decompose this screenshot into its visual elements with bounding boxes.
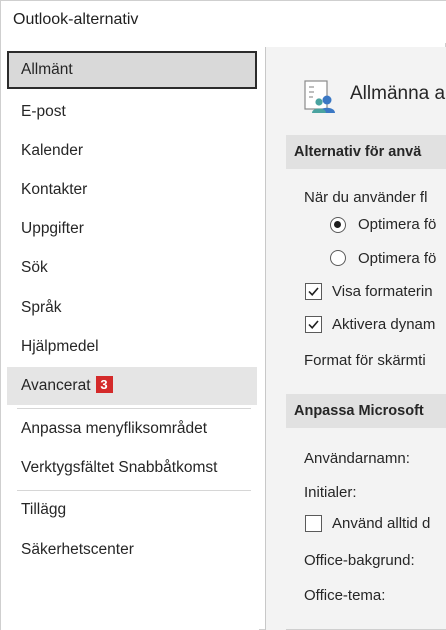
sidebar-item-uppgifter[interactable]: Uppgifter bbox=[7, 210, 257, 248]
sidebar-item-sok[interactable]: Sök bbox=[7, 249, 257, 287]
sidebar-item-label: Kontakter bbox=[21, 181, 88, 198]
sidebar-item-label: Uppgifter bbox=[21, 220, 84, 237]
checkmark-icon bbox=[308, 320, 319, 329]
sidebar-item-avancerat[interactable]: Avancerat 3 bbox=[7, 367, 257, 405]
sidebar-item-allmant[interactable]: Allmänt bbox=[7, 51, 257, 89]
options-window: Outlook-alternativ Allmänt E-post Kalend… bbox=[0, 0, 446, 630]
window-title: Outlook-alternativ bbox=[13, 11, 139, 28]
screentip-label: Format för skärmti bbox=[304, 352, 426, 369]
sidebar-item-label: Språk bbox=[21, 299, 62, 316]
office-background-label: Office-bakgrund: bbox=[304, 552, 415, 569]
sidebar-item-label: Kalender bbox=[21, 142, 84, 159]
page-title: Allmänna a bbox=[350, 83, 446, 104]
sidebar-item-label: E-post bbox=[21, 103, 66, 120]
radio-label: Optimera fö bbox=[358, 250, 437, 267]
options-sidebar: Allmänt E-post Kalender Kontakter Uppgif… bbox=[1, 47, 259, 630]
section-header-alternativ: Alternativ för anvä bbox=[286, 135, 446, 169]
sidebar-item-label: Allmänt bbox=[21, 61, 73, 78]
optimize-compat-radio[interactable] bbox=[330, 250, 346, 266]
options-content: Allmänna a Alternativ för anvä När du an… bbox=[266, 47, 446, 630]
live-preview-checkbox[interactable] bbox=[305, 316, 322, 333]
username-label: Användarnamn: bbox=[304, 450, 410, 467]
sidebar-item-tillagg[interactable]: Tillägg bbox=[7, 491, 257, 529]
step-badge: 3 bbox=[95, 376, 113, 393]
sidebar-item-label: Säkerhetscenter bbox=[21, 541, 134, 558]
show-formatting-checkbox[interactable] bbox=[305, 283, 322, 300]
sidebar-item-label: Avancerat bbox=[21, 377, 91, 394]
sidebar-item-label: Verktygsfältet Snabbåtkomst bbox=[21, 459, 218, 476]
sidebar-item-label: Sök bbox=[21, 259, 48, 276]
sidebar-divider bbox=[17, 408, 251, 409]
intro-text: När du använder fl bbox=[304, 189, 428, 206]
radio-label: Optimera fö bbox=[358, 216, 437, 233]
sidebar-item-e-post[interactable]: E-post bbox=[7, 93, 257, 131]
always-use-values-checkbox[interactable] bbox=[305, 515, 322, 532]
sidebar-item-verktygsfaltet-snabbatkomst[interactable]: Verktygsfältet Snabbåtkomst bbox=[7, 449, 257, 487]
checkbox-label: Aktivera dynam bbox=[332, 316, 436, 333]
sidebar-item-hjalpmedel[interactable]: Hjälpmedel bbox=[7, 328, 257, 366]
general-options-icon bbox=[302, 75, 340, 115]
sidebar-item-label: Hjälpmedel bbox=[21, 338, 99, 355]
office-theme-label: Office-tema: bbox=[304, 587, 386, 604]
sidebar-item-sprak[interactable]: Språk bbox=[7, 289, 257, 327]
sidebar-item-anpassa-menyfliksomradet[interactable]: Anpassa menyfliksområdet bbox=[7, 410, 257, 448]
section-header-anpassa: Anpassa Microsoft bbox=[286, 394, 446, 428]
checkbox-label: Visa formaterin bbox=[332, 283, 433, 300]
sidebar-item-sakerhetscenter[interactable]: Säkerhetscenter bbox=[7, 531, 257, 569]
sidebar-item-kalender[interactable]: Kalender bbox=[7, 132, 257, 170]
sidebar-item-label: Tillägg bbox=[21, 501, 67, 518]
checkmark-icon bbox=[308, 287, 319, 296]
title-bar: Outlook-alternativ bbox=[1, 1, 446, 43]
sidebar-item-label: Anpassa menyfliksområdet bbox=[21, 420, 208, 437]
checkbox-label: Använd alltid d bbox=[332, 515, 431, 532]
sidebar-item-kontakter[interactable]: Kontakter bbox=[7, 171, 257, 209]
initials-label: Initialer: bbox=[304, 484, 357, 501]
optimize-display-radio[interactable] bbox=[330, 217, 346, 233]
